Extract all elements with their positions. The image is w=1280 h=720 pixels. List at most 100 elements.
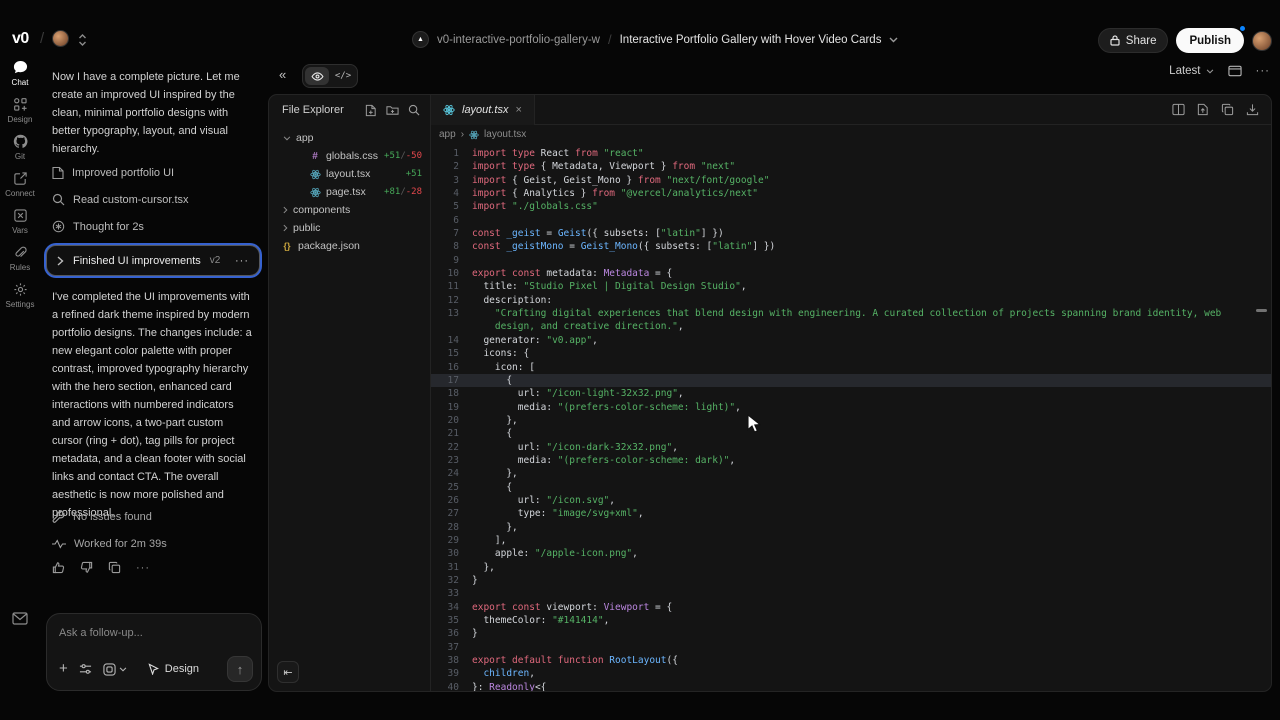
share-button[interactable]: Share [1098,28,1169,53]
v0-logo[interactable]: v0 [12,30,29,48]
tab-layout-tsx[interactable]: layout.tsx × [431,95,535,125]
breadcrumb-file[interactable]: layout.tsx [484,129,526,140]
thumbs-down-icon[interactable] [80,561,93,574]
chevron-down-icon[interactable] [889,37,898,43]
tool-row-thought[interactable]: Thought for 2s [52,220,144,233]
more-options-button[interactable]: ··· [136,562,150,574]
share-label: Share [1126,35,1157,47]
tree-folder-app[interactable]: app [269,129,430,147]
tree-folder-components[interactable]: components [269,201,430,219]
eye-icon [311,72,324,81]
tool-row-improved-portfolio[interactable]: Improved portfolio UI [52,166,174,180]
scrollbar-marker[interactable] [1256,309,1267,312]
chevron-right-icon [283,206,288,214]
editor-card: File Explorer app # globals.css +51/-50 [268,94,1272,692]
tab-actions [1172,103,1272,116]
settings-sliders-icon[interactable] [79,663,92,675]
code-line: 36} [431,627,1272,640]
tool-label: Read custom-cursor.tsx [73,194,189,206]
workspace-switcher-icon[interactable] [78,33,87,47]
code-line: 39 children, [431,667,1272,680]
tool-label: Thought for 2s [73,221,144,233]
diff-deletions: -28 [406,187,422,197]
tab-bar: layout.tsx × [431,95,1272,125]
github-icon [13,134,28,149]
copy-icon[interactable] [108,561,121,574]
rail-item-chat[interactable]: Chat [0,60,40,87]
chat-title[interactable]: Interactive Portfolio Gallery with Hover… [620,34,882,46]
project-slug[interactable]: v0-interactive-portfolio-gallery-w [437,34,600,46]
feedback-mail-button[interactable] [12,612,28,625]
send-button[interactable]: ↑ [227,656,253,682]
code-line: 30 apple: "/apple-icon.png", [431,547,1272,560]
code-line: design, and creative direction.", [431,320,1272,333]
diff-additions: +51 [384,151,400,161]
model-selector[interactable] [103,663,127,676]
chevron-down-icon [283,136,291,141]
tree-folder-public[interactable]: public [269,219,430,237]
code-line: 14 generator: "v0.app", [431,334,1272,347]
download-icon[interactable] [1246,103,1259,116]
more-options-button[interactable]: ··· [1256,65,1271,77]
export-file-icon[interactable] [1197,103,1209,116]
task-card-finished-ui[interactable]: Finished UI improvements v2 ··· [46,245,260,276]
gear-icon [13,282,28,297]
collapse-panel-button[interactable]: « [279,67,286,82]
preview-toggle-button[interactable] [305,67,329,85]
code-line: 21 { [431,427,1272,440]
close-tab-icon[interactable]: × [515,104,521,116]
user-avatar[interactable] [1252,31,1272,51]
tree-file-page-tsx[interactable]: page.tsx +81/-28 [269,183,430,201]
design-mode-button[interactable]: Design [148,663,199,675]
top-header: v0 / ▲ v0-interactive-portfolio-gallery-… [0,0,1280,60]
tool-label: Improved portfolio UI [72,167,174,179]
status-no-issues[interactable]: No issues found [52,510,152,523]
version-selector[interactable]: Latest [1169,65,1213,77]
new-file-icon[interactable] [365,104,377,117]
sparkle-icon [52,220,65,233]
code-line: 8const _geistMono = Geist_Mono({ subsets… [431,240,1272,253]
rail-item-connect[interactable]: Connect [0,171,40,198]
code-line: 6 [431,214,1272,227]
code-line: 31 }, [431,561,1272,574]
breadcrumb-root[interactable]: app [439,129,456,140]
code-lines[interactable]: 1import type React from "react"2import t… [431,147,1272,691]
rail-item-rules[interactable]: Rules [0,245,40,272]
search-icon[interactable] [408,104,420,116]
diff-additions: +81 [384,187,400,197]
code-line: 7const _geist = Geist({ subsets: ["latin… [431,227,1272,240]
vars-icon [13,208,28,223]
collapse-explorer-button[interactable]: ⇤ [277,661,299,683]
rail-label: Connect [5,189,35,198]
split-view-icon[interactable] [1172,103,1185,116]
composer[interactable]: + Design ↑ [46,613,262,691]
thumbs-up-icon[interactable] [52,561,65,574]
rail-item-git[interactable]: Git [0,134,40,161]
editor-breadcrumb: app › layout.tsx [439,129,526,140]
publish-button[interactable]: Publish [1176,28,1244,53]
code-line: 1import type React from "react" [431,147,1272,160]
task-version-badge: v2 [210,255,221,266]
copy-icon[interactable] [1221,103,1234,116]
code-toggle-button[interactable]: </> [331,67,355,85]
chevron-down-icon [119,667,127,672]
tree-file-layout-tsx[interactable]: layout.tsx +51 [269,165,430,183]
browser-window-icon[interactable] [1228,65,1242,77]
attach-plus-button[interactable]: + [59,662,68,676]
rail-item-vars[interactable]: Vars [0,208,40,235]
follow-up-input[interactable] [47,614,261,639]
new-folder-icon[interactable] [386,104,399,116]
tool-row-read-file[interactable]: Read custom-cursor.tsx [52,193,189,206]
chevron-right-icon[interactable] [57,256,64,266]
rail-item-settings[interactable]: Settings [0,282,40,309]
status-worked-time[interactable]: Worked for 2m 39s [52,538,167,550]
search-icon [52,193,65,206]
workspace-avatar[interactable] [52,30,69,47]
tree-item-label: package.json [298,240,360,252]
rail-item-design[interactable]: Design [0,97,40,124]
task-more-button[interactable]: ··· [235,255,249,267]
tree-file-globals-css[interactable]: # globals.css +51/-50 [269,147,430,165]
tree-file-package-json[interactable]: {} package.json [269,237,430,255]
arrow-up-icon: ↑ [237,662,244,677]
publish-notification-dot [1239,25,1246,32]
